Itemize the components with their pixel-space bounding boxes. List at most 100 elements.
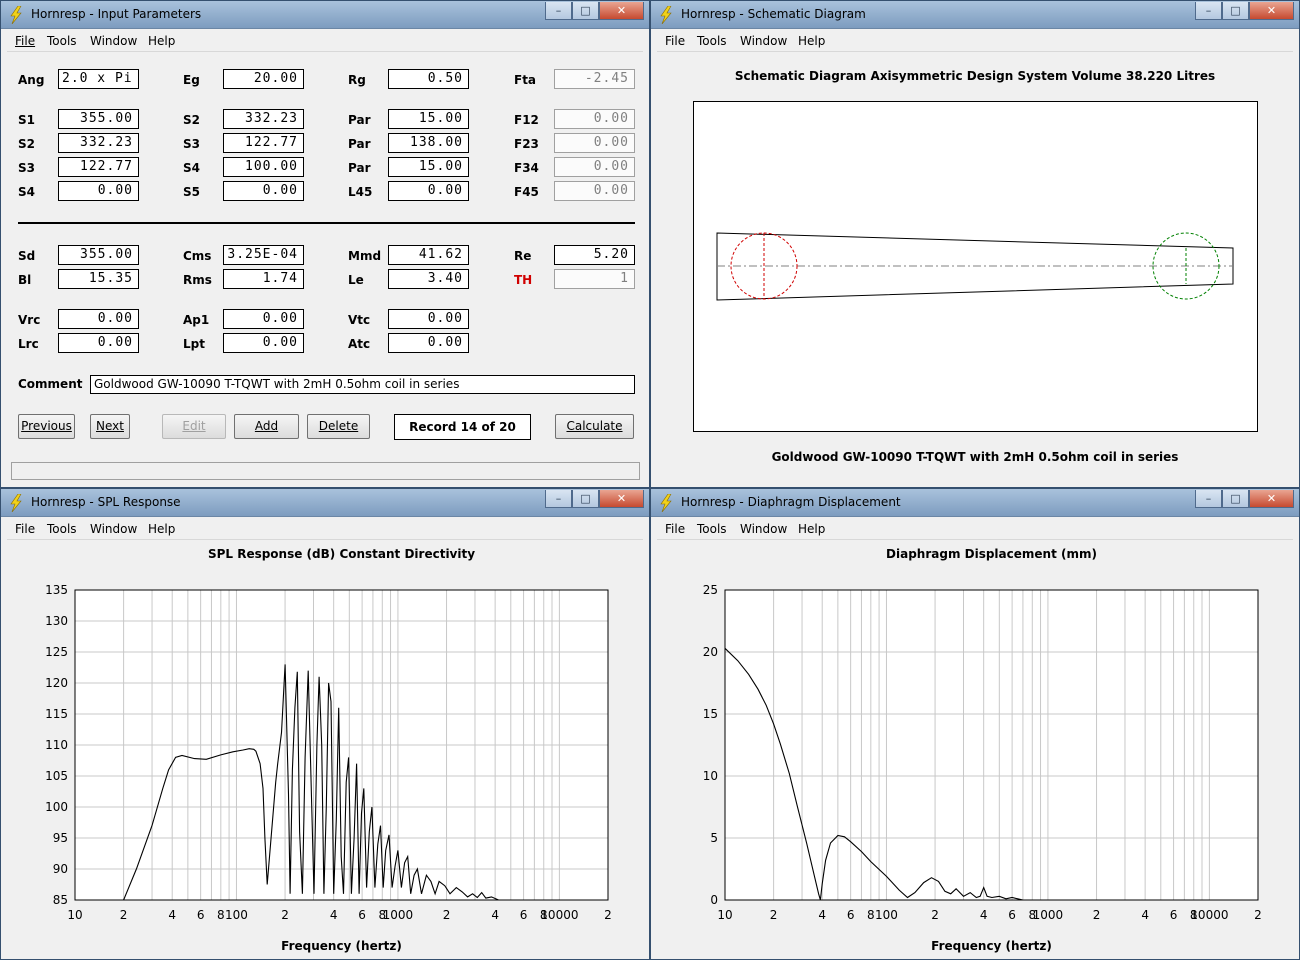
schematic-header: Schematic Diagram Axisymmetric Design Sy… bbox=[734, 69, 1216, 83]
field-input-f45[interactable]: 0.00 bbox=[554, 181, 635, 201]
field-input-rms[interactable]: 1.74 bbox=[223, 269, 304, 289]
menu-window[interactable]: Window bbox=[740, 522, 787, 536]
field-label-fta: Fta bbox=[514, 73, 537, 87]
x-tick-label: 1000 bbox=[1033, 908, 1064, 922]
menu-window[interactable]: Window bbox=[740, 34, 787, 48]
field-input-ap1[interactable]: 0.00 bbox=[223, 309, 304, 329]
field-input-cms[interactable]: 3.25E-04 bbox=[223, 245, 304, 265]
field-label-ang: Ang bbox=[18, 73, 45, 87]
next-button[interactable]: Next bbox=[90, 414, 130, 439]
x-tick-label: 10000 bbox=[1190, 908, 1228, 922]
x-tick-label: 6 bbox=[1170, 908, 1178, 922]
comment-field[interactable]: Goldwood GW-10090 T-TQWT with 2mH 0.5ohm… bbox=[90, 375, 635, 394]
menu-tools[interactable]: Tools bbox=[47, 522, 77, 536]
field-input-s4[interactable]: 100.00 bbox=[223, 157, 304, 177]
field-label-rms: Rms bbox=[183, 273, 212, 287]
close-button[interactable]: ✕ bbox=[1249, 2, 1294, 20]
plot-area bbox=[725, 590, 1258, 900]
menu-help[interactable]: Help bbox=[148, 522, 175, 536]
field-label-s4: S4 bbox=[183, 161, 200, 175]
y-tick-label: 105 bbox=[45, 769, 68, 783]
field-input-bl[interactable]: 15.35 bbox=[58, 269, 139, 289]
field-input-sd[interactable]: 355.00 bbox=[58, 245, 139, 265]
titlebar[interactable]: Hornresp - Schematic Diagram – □ ✕ bbox=[651, 1, 1299, 29]
field-input-eg[interactable]: 20.00 bbox=[223, 69, 304, 89]
field-input-atc[interactable]: 0.00 bbox=[388, 333, 469, 353]
x-tick-label: 2 bbox=[604, 908, 612, 922]
field-label-cms: Cms bbox=[183, 249, 212, 263]
field-input-vrc[interactable]: 0.00 bbox=[58, 309, 139, 329]
menu-file[interactable]: File bbox=[665, 34, 685, 48]
maximize-button[interactable]: □ bbox=[1222, 490, 1249, 508]
close-button[interactable]: ✕ bbox=[599, 490, 644, 508]
window-title: Hornresp - Schematic Diagram bbox=[681, 7, 866, 21]
titlebar[interactable]: Hornresp - SPL Response – □ ✕ bbox=[1, 489, 649, 517]
field-input-vtc[interactable]: 0.00 bbox=[388, 309, 469, 329]
menubar: File Tools Window Help bbox=[7, 518, 643, 540]
menu-file[interactable]: File bbox=[15, 522, 35, 536]
minimize-button[interactable]: – bbox=[545, 490, 572, 508]
field-input-f23[interactable]: 0.00 bbox=[554, 133, 635, 153]
field-input-mmd[interactable]: 41.62 bbox=[388, 245, 469, 265]
field-label-atc: Atc bbox=[348, 337, 371, 351]
lightning-icon bbox=[10, 494, 22, 512]
x-axis-label: Frequency (hertz) bbox=[281, 939, 402, 953]
field-input-rg[interactable]: 0.50 bbox=[388, 69, 469, 89]
field-input-par[interactable]: 138.00 bbox=[388, 133, 469, 153]
field-input-re[interactable]: 5.20 bbox=[554, 245, 635, 265]
field-input-f12[interactable]: 0.00 bbox=[554, 109, 635, 129]
y-tick-label: 0 bbox=[710, 893, 718, 907]
field-label-th: TH bbox=[514, 273, 533, 287]
x-tick-label: 10 bbox=[717, 908, 732, 922]
record-indicator: Record 14 of 20 bbox=[394, 414, 531, 440]
menu-file[interactable]: File bbox=[665, 522, 685, 536]
field-input-lpt[interactable]: 0.00 bbox=[223, 333, 304, 353]
field-input-s5[interactable]: 0.00 bbox=[223, 181, 304, 201]
delete-button[interactable]: Delete bbox=[307, 414, 370, 439]
titlebar[interactable]: Hornresp - Diaphragm Displacement – □ ✕ bbox=[651, 489, 1299, 517]
field-input-s4[interactable]: 0.00 bbox=[58, 181, 139, 201]
field-input-par[interactable]: 15.00 bbox=[388, 157, 469, 177]
maximize-button[interactable]: □ bbox=[572, 490, 599, 508]
y-tick-label: 10 bbox=[703, 769, 718, 783]
field-input-le[interactable]: 3.40 bbox=[388, 269, 469, 289]
field-label-f23: F23 bbox=[514, 137, 539, 151]
field-input-l45[interactable]: 0.00 bbox=[388, 181, 469, 201]
field-input-th[interactable]: 1 bbox=[554, 269, 635, 289]
field-label-le: Le bbox=[348, 273, 364, 287]
minimize-button[interactable]: – bbox=[1195, 2, 1222, 20]
maximize-button[interactable]: □ bbox=[1222, 2, 1249, 20]
y-tick-label: 130 bbox=[45, 614, 68, 628]
field-input-s2[interactable]: 332.23 bbox=[58, 133, 139, 153]
field-input-lrc[interactable]: 0.00 bbox=[58, 333, 139, 353]
spl-response-window: Hornresp - SPL Response – □ ✕ File Tools… bbox=[0, 488, 650, 960]
menu-window[interactable]: Window bbox=[90, 522, 137, 536]
field-input-s3[interactable]: 122.77 bbox=[58, 157, 139, 177]
menu-tools[interactable]: Tools bbox=[697, 522, 727, 536]
add-button[interactable]: Add bbox=[234, 414, 299, 439]
schematic-caption: Goldwood GW-10090 T-TQWT with 2mH 0.5ohm… bbox=[771, 450, 1179, 464]
field-input-f34[interactable]: 0.00 bbox=[554, 157, 635, 177]
lightning-icon bbox=[660, 494, 672, 512]
y-tick-label: 125 bbox=[45, 645, 68, 659]
minimize-button[interactable]: – bbox=[1195, 490, 1222, 508]
field-input-ang[interactable]: 2.0 x Pi bbox=[58, 69, 139, 89]
field-input-fta[interactable]: -2.45 bbox=[554, 69, 635, 89]
close-button[interactable]: ✕ bbox=[1249, 490, 1294, 508]
previous-button[interactable]: Previous bbox=[18, 414, 75, 439]
field-input-s1[interactable]: 355.00 bbox=[58, 109, 139, 129]
calculate-button[interactable]: Calculate bbox=[555, 414, 634, 439]
menu-help[interactable]: Help bbox=[798, 34, 825, 48]
menubar: File Tools Window Help bbox=[657, 518, 1293, 540]
menu-tools[interactable]: Tools bbox=[697, 34, 727, 48]
menu-help[interactable]: Help bbox=[798, 522, 825, 536]
field-input-s3[interactable]: 122.77 bbox=[223, 133, 304, 153]
window-title: Hornresp - SPL Response bbox=[31, 495, 181, 509]
window-title: Hornresp - Diaphragm Displacement bbox=[681, 495, 901, 509]
field-input-s2[interactable]: 332.23 bbox=[223, 109, 304, 129]
field-input-par[interactable]: 15.00 bbox=[388, 109, 469, 129]
field-label-eg: Eg bbox=[183, 73, 200, 87]
x-tick-label: 6 bbox=[197, 908, 205, 922]
edit-button[interactable]: Edit bbox=[162, 414, 226, 439]
field-label-bl: Bl bbox=[18, 273, 32, 287]
